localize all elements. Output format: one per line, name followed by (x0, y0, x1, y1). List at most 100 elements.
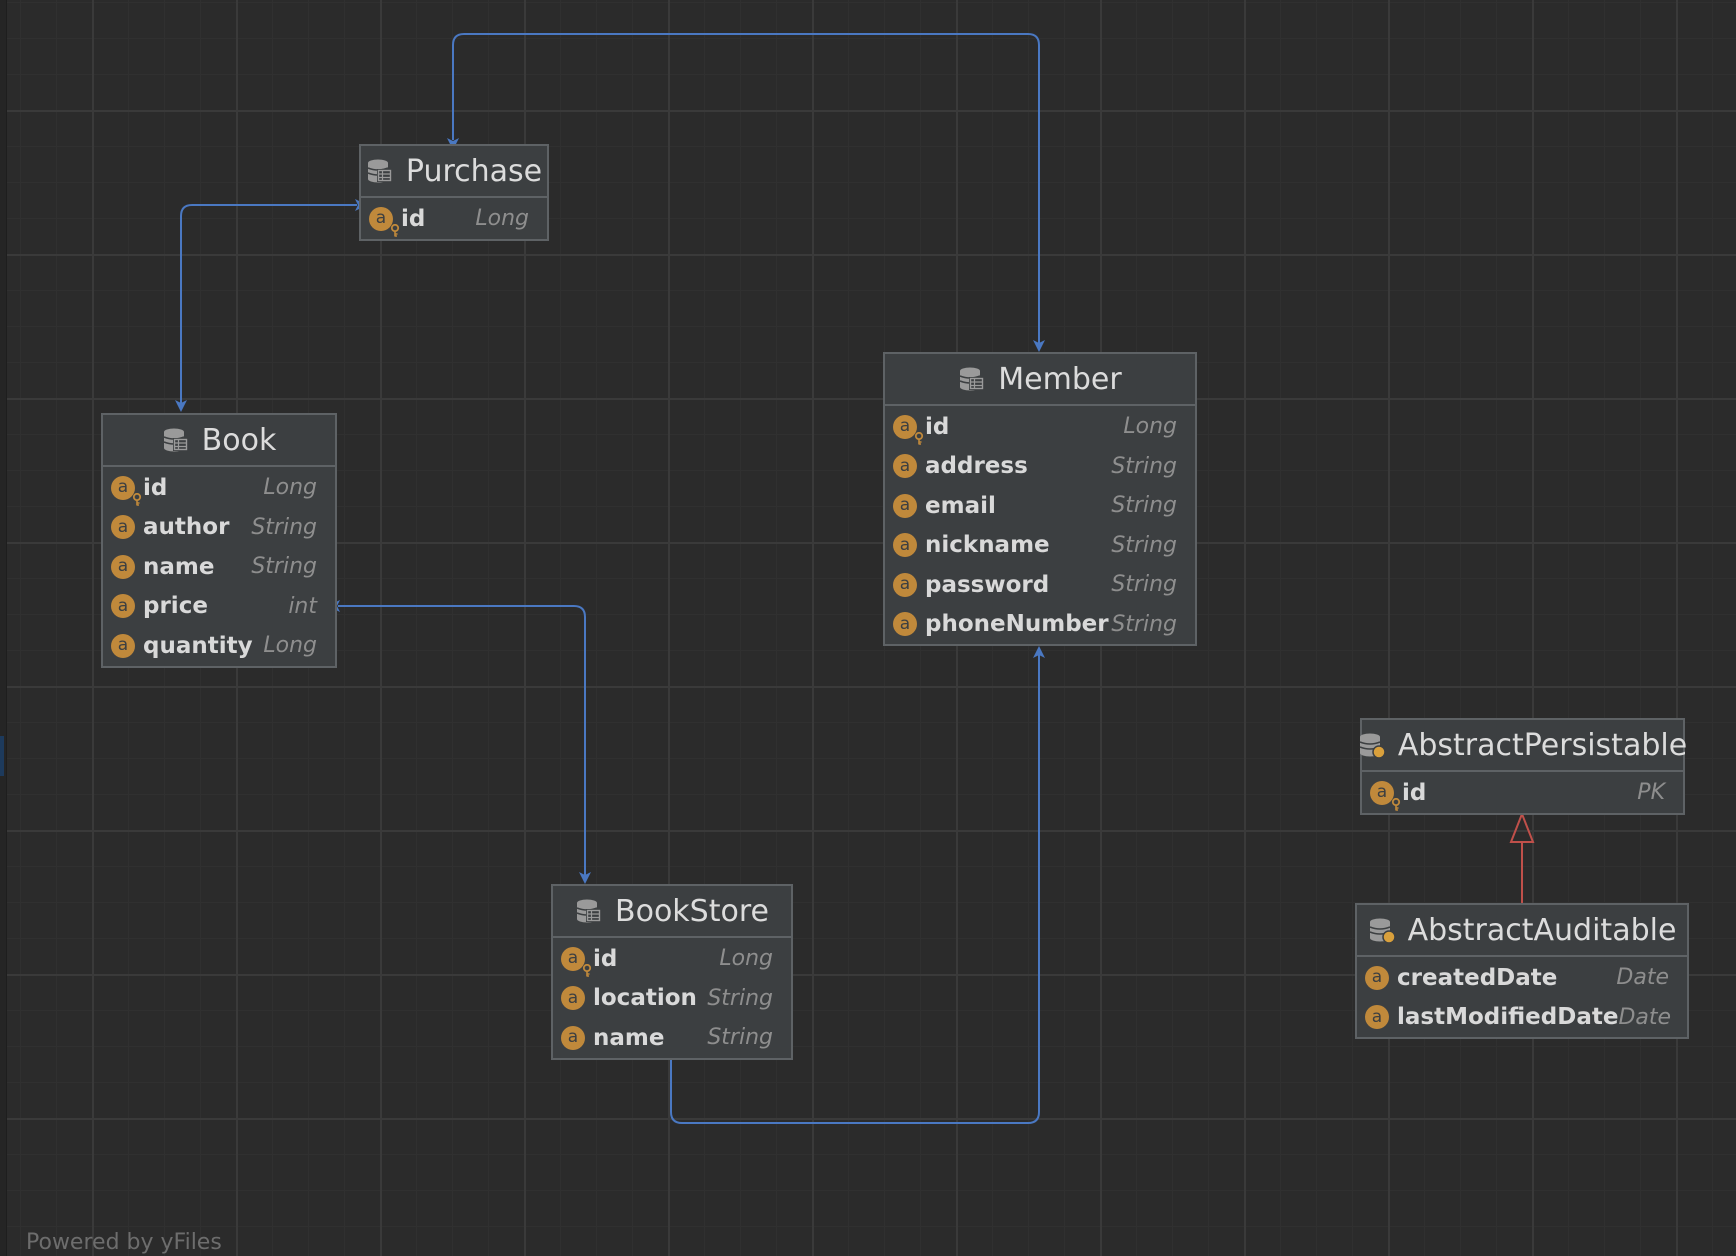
entity-title: Member (998, 361, 1122, 397)
field-type: String (1111, 572, 1177, 598)
entity-purchase[interactable]: Purchase a id Long (359, 144, 549, 241)
field-row[interactable]: a name String (103, 547, 335, 587)
field-type: String (1111, 453, 1177, 479)
attribute-icon: a (893, 572, 917, 597)
entity-bookstore[interactable]: BookStore a id Long a location String a name Str… (551, 884, 793, 1060)
key-icon (1391, 797, 1401, 811)
field-list: a createdDate Date a lastModifiedDate Date (1357, 957, 1687, 1037)
field-row[interactable]: a author String (103, 508, 335, 548)
entity-header: BookStore (553, 886, 791, 938)
field-row[interactable]: a id PK (1362, 773, 1683, 813)
attribute-icon: a (1365, 1005, 1389, 1030)
left-panel-edge (0, 0, 7, 1256)
primary-key-attribute-icon: a (111, 475, 142, 506)
field-row[interactable]: a location String (553, 979, 791, 1019)
field-type: String (251, 554, 317, 580)
field-row[interactable]: a password String (885, 565, 1195, 605)
field-type: String (707, 1025, 773, 1051)
field-name: name (593, 1024, 665, 1051)
abstract-entity-icon (1368, 916, 1396, 944)
field-name: id (143, 474, 168, 501)
field-type: int (288, 593, 317, 619)
attribute-badge-letter: a (117, 635, 129, 656)
field-name: name (143, 553, 215, 580)
field-name: createdDate (1397, 964, 1558, 991)
entity-title: BookStore (615, 893, 769, 929)
attribute-badge-letter: a (567, 1027, 579, 1048)
attribute-badge-letter: a (567, 948, 579, 969)
field-row[interactable]: a phoneNumber String (885, 605, 1195, 645)
attribute-badge-letter: a (117, 477, 129, 498)
primary-key-attribute-icon: a (561, 946, 592, 977)
field-row[interactable]: a email String (885, 486, 1195, 526)
field-list: a id Long (361, 198, 547, 239)
entity-header: AbstractAuditable (1357, 905, 1687, 957)
primary-key-attribute-icon: a (1370, 780, 1401, 811)
attribute-icon: a (111, 594, 135, 619)
attribute-icon: a (111, 515, 135, 540)
attribute-badge-letter: a (899, 613, 911, 634)
entity-header: Book (103, 415, 335, 467)
key-icon (582, 963, 592, 977)
attribute-badge-letter: a (899, 455, 911, 476)
field-name: id (1402, 779, 1427, 806)
field-row[interactable]: a id Long (103, 468, 335, 508)
panel-marker (0, 736, 4, 776)
field-type: PK (1637, 780, 1665, 806)
key-icon (132, 492, 142, 506)
entity-abstract-persistable[interactable]: AbstractPersistable a id PK (1359, 718, 1688, 815)
field-name: location (593, 985, 697, 1012)
field-name: price (143, 593, 208, 620)
attribute-badge-letter: a (117, 516, 129, 537)
field-name: password (925, 571, 1050, 598)
field-type: Date (1616, 965, 1669, 991)
field-row[interactable]: a name String (553, 1018, 791, 1058)
field-type: String (1111, 493, 1177, 519)
attribute-icon: a (893, 533, 917, 558)
entity-header: Purchase (361, 146, 547, 198)
key-icon (390, 223, 400, 237)
field-row[interactable]: a lastModifiedDate Date (1357, 998, 1687, 1038)
field-list: a id Long a address String a email String a nickna… (885, 406, 1195, 644)
field-row[interactable]: a price int (103, 587, 335, 627)
field-name: id (401, 205, 426, 232)
footer-watermark: Powered by yFiles (26, 1230, 222, 1255)
field-type: Long (263, 633, 317, 659)
attribute-icon: a (893, 493, 917, 518)
primary-key-attribute-icon: a (893, 414, 924, 445)
attribute-icon: a (111, 554, 135, 579)
field-list: a id PK (1362, 772, 1683, 813)
field-name: address (925, 453, 1028, 480)
attribute-badge-letter: a (117, 595, 129, 616)
attribute-icon: a (561, 986, 585, 1011)
entity-abstract-auditable[interactable]: AbstractAuditable a createdDate Date a lastM… (1355, 903, 1689, 1039)
attribute-badge-letter: a (899, 495, 911, 516)
entity-title: Purchase (405, 153, 543, 189)
database-table-icon (162, 426, 190, 454)
field-row[interactable]: a id Long (361, 199, 547, 239)
entity-header: Member (885, 354, 1195, 406)
field-row[interactable]: a createdDate Date (1357, 958, 1687, 998)
field-type: Date (1618, 1004, 1672, 1030)
database-table-icon (958, 365, 986, 393)
field-row[interactable]: a quantity Long (103, 626, 335, 666)
attribute-icon: a (111, 633, 135, 658)
field-type: Long (263, 475, 317, 501)
attribute-icon: a (893, 612, 917, 637)
entity-title: AbstractPersistable (1397, 727, 1688, 763)
entity-member[interactable]: Member a id Long a address String a email String… (883, 352, 1197, 646)
field-row[interactable]: a id Long (885, 407, 1195, 447)
field-row[interactable]: a nickname String (885, 526, 1195, 566)
attribute-badge-letter: a (375, 208, 387, 229)
attribute-badge-letter: a (1371, 967, 1383, 988)
field-type: Long (1123, 414, 1177, 440)
entity-title: Book (201, 422, 277, 458)
field-name: email (925, 492, 996, 519)
key-icon (914, 431, 924, 445)
field-row[interactable]: a id Long (553, 939, 791, 979)
entity-book[interactable]: Book a id Long a author String a name String a pri… (101, 413, 337, 668)
field-row[interactable]: a address String (885, 447, 1195, 487)
attribute-badge-letter: a (899, 534, 911, 555)
attribute-badge-letter: a (1376, 782, 1388, 803)
database-table-icon (366, 157, 394, 185)
